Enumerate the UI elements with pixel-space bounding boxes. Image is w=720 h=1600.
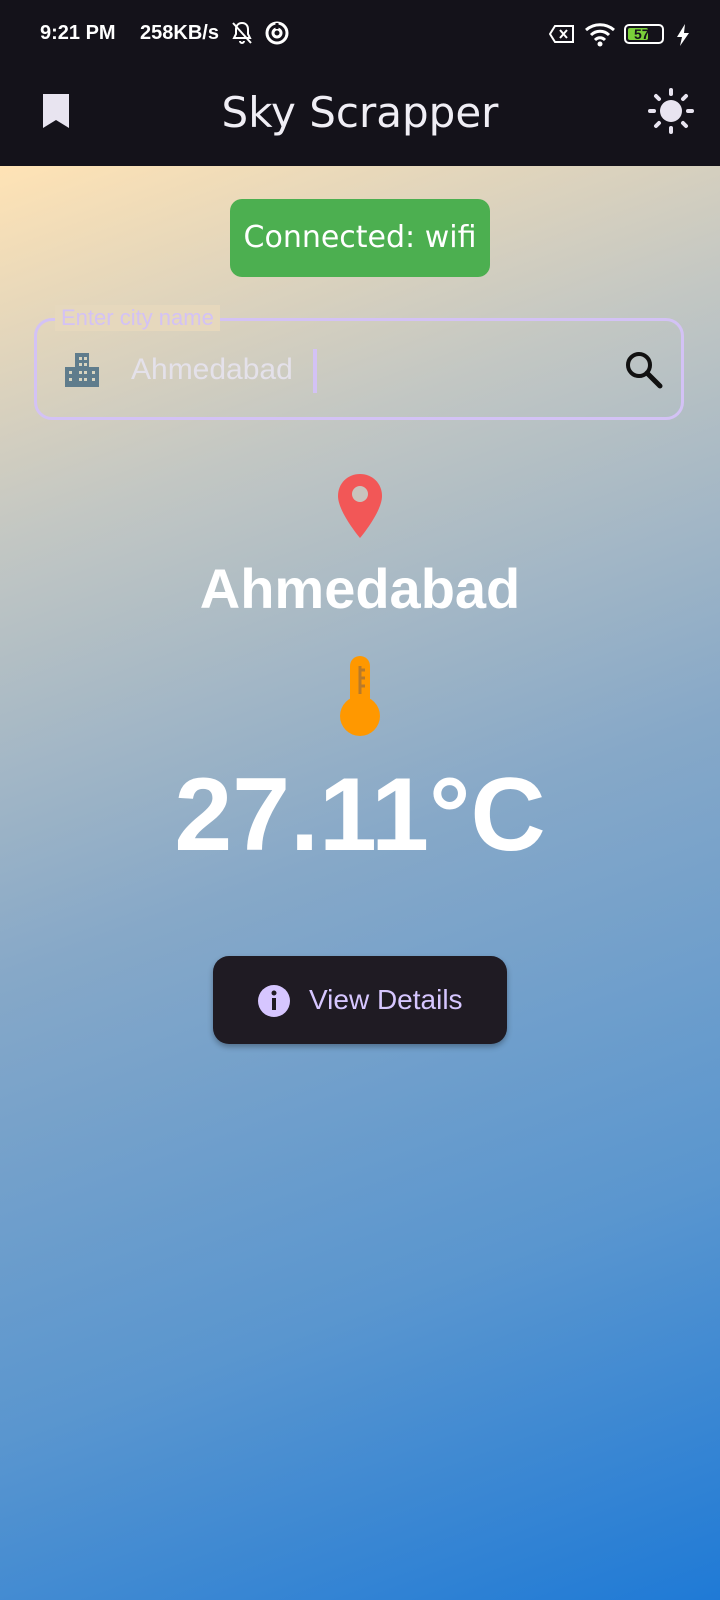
search-icon[interactable]: [623, 349, 665, 391]
app-title: Sky Scrapper: [221, 88, 499, 137]
app-bar: Sky Scrapper: [0, 68, 720, 166]
view-details-button[interactable]: View Details: [213, 956, 507, 1044]
battery-icon: 57: [624, 24, 664, 44]
city-input[interactable]: [129, 343, 573, 397]
status-bar: 9:21 PM 258KB/s 57: [0, 0, 720, 68]
main-content: Connected: wifi Enter city name Ahmedaba…: [0, 166, 720, 1600]
battery-percent: 57: [634, 26, 650, 42]
sim-x-icon: [549, 25, 574, 43]
status-net-speed: 258KB/s: [140, 22, 219, 44]
city-search-field[interactable]: Enter city name: [34, 305, 684, 420]
thermometer-icon: [340, 656, 380, 736]
location-pin-icon: [338, 474, 382, 538]
temperature-value: 27.11°C: [174, 757, 546, 873]
wifi-icon: [585, 23, 615, 47]
view-details-label: View Details: [309, 984, 463, 1015]
city-name: Ahmedabad: [199, 557, 521, 620]
data-saver-icon: [265, 21, 289, 45]
connection-status-badge: Connected: wifi: [230, 199, 490, 277]
brightness-icon[interactable]: [648, 88, 694, 134]
city-icon: [65, 353, 99, 387]
text-caret: [313, 349, 317, 393]
info-icon: [258, 985, 290, 1017]
bell-off-icon: [232, 21, 252, 44]
city-field-label: Enter city name: [55, 305, 220, 331]
charging-bolt-icon: [677, 24, 689, 46]
status-time: 9:21 PM: [40, 22, 116, 44]
